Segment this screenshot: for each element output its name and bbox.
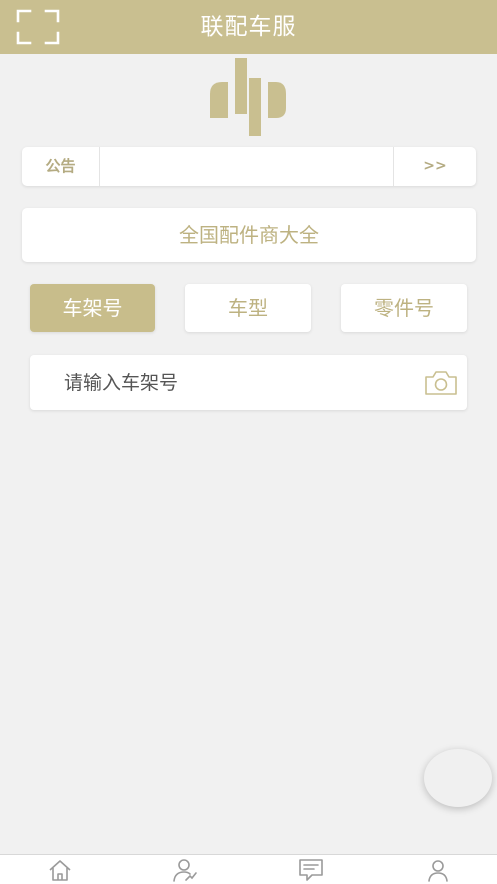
home-icon[interactable] bbox=[47, 858, 73, 882]
user-stats-icon[interactable] bbox=[172, 858, 198, 882]
notice-label: 公告 bbox=[22, 147, 100, 186]
vin-search-box bbox=[30, 355, 467, 410]
notice-more-button[interactable]: >> bbox=[393, 147, 476, 186]
parts-dealer-directory-button[interactable]: 全国配件商大全 bbox=[22, 208, 476, 262]
notes-icon[interactable] bbox=[298, 858, 324, 882]
profile-icon[interactable] bbox=[425, 858, 451, 882]
app-header: 联配车服 bbox=[0, 0, 497, 54]
notice-bar: 公告 >> bbox=[22, 147, 476, 186]
notice-content[interactable] bbox=[100, 147, 394, 186]
floating-assist-button[interactable] bbox=[424, 749, 492, 807]
bottom-tab-bar bbox=[0, 854, 497, 884]
camera-icon[interactable] bbox=[424, 369, 458, 397]
tab-vehicle-model[interactable]: 车型 bbox=[185, 284, 311, 332]
page-title: 联配车服 bbox=[200, 14, 297, 40]
tab-part-number[interactable]: 零件号 bbox=[341, 284, 467, 332]
brand-logo-icon bbox=[210, 58, 286, 136]
tab-vin[interactable]: 车架号 bbox=[30, 284, 155, 332]
vin-search-input[interactable] bbox=[64, 355, 414, 410]
